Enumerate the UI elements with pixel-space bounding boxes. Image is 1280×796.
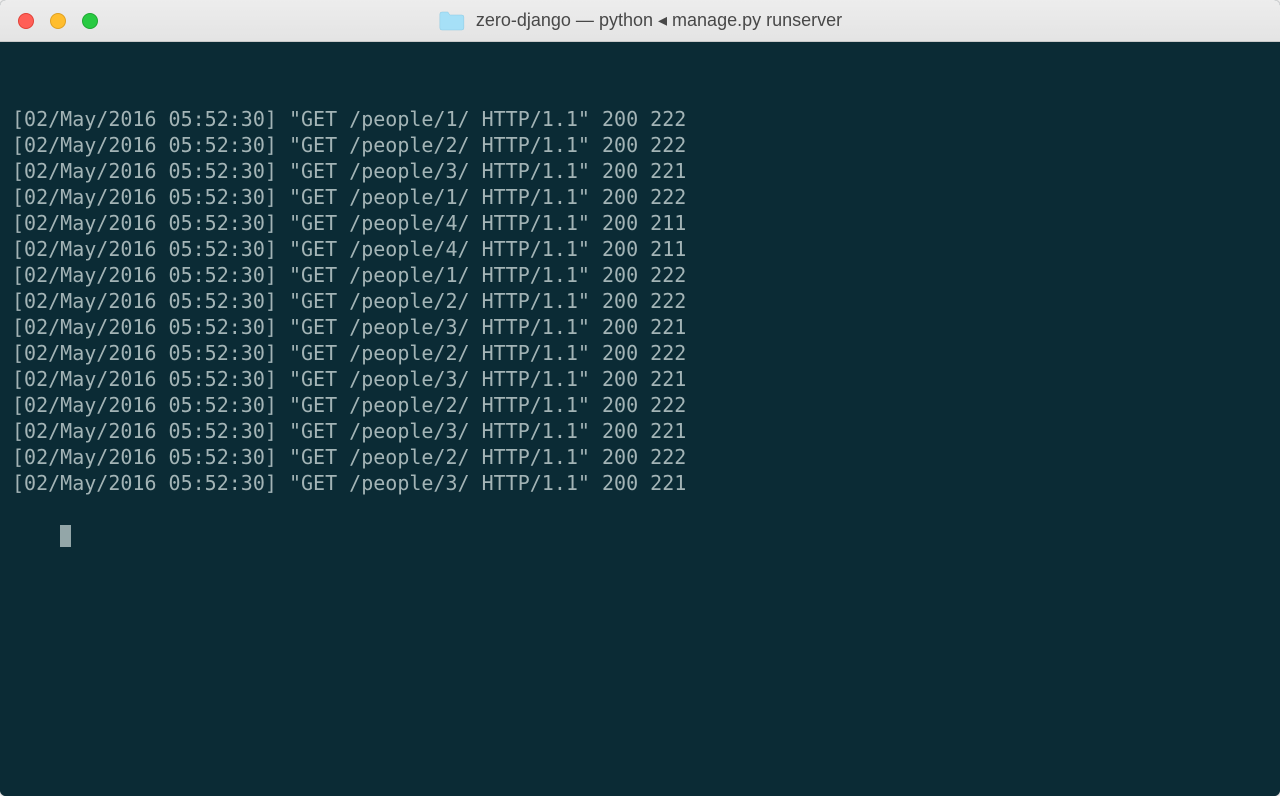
log-line: [02/May/2016 05:52:30] "GET /people/3/ H… xyxy=(12,314,1268,340)
log-line: [02/May/2016 05:52:30] "GET /people/3/ H… xyxy=(12,366,1268,392)
minimize-icon[interactable] xyxy=(50,13,66,29)
log-line: [02/May/2016 05:52:30] "GET /people/4/ H… xyxy=(12,210,1268,236)
terminal-output[interactable]: [02/May/2016 05:52:30] "GET /people/1/ H… xyxy=(0,42,1280,796)
cursor-icon xyxy=(60,525,71,547)
log-lines: [02/May/2016 05:52:30] "GET /people/1/ H… xyxy=(12,106,1268,496)
title-text: zero-django — python ◂ manage.py runserv… xyxy=(476,10,842,31)
log-line: [02/May/2016 05:52:30] "GET /people/1/ H… xyxy=(12,262,1268,288)
log-line: [02/May/2016 05:52:30] "GET /people/4/ H… xyxy=(12,236,1268,262)
log-line: [02/May/2016 05:52:30] "GET /people/2/ H… xyxy=(12,444,1268,470)
log-line: [02/May/2016 05:52:30] "GET /people/3/ H… xyxy=(12,158,1268,184)
traffic-lights xyxy=(0,13,98,29)
log-line: [02/May/2016 05:52:30] "GET /people/3/ H… xyxy=(12,470,1268,496)
window-title: zero-django — python ◂ manage.py runserv… xyxy=(438,10,842,32)
log-line: [02/May/2016 05:52:30] "GET /people/2/ H… xyxy=(12,132,1268,158)
log-line: [02/May/2016 05:52:30] "GET /people/2/ H… xyxy=(12,288,1268,314)
maximize-icon[interactable] xyxy=(82,13,98,29)
log-line: [02/May/2016 05:52:30] "GET /people/2/ H… xyxy=(12,392,1268,418)
titlebar[interactable]: zero-django — python ◂ manage.py runserv… xyxy=(0,0,1280,42)
log-line: [02/May/2016 05:52:30] "GET /people/2/ H… xyxy=(12,340,1268,366)
terminal-window: zero-django — python ◂ manage.py runserv… xyxy=(0,0,1280,796)
log-line: [02/May/2016 05:52:30] "GET /people/1/ H… xyxy=(12,184,1268,210)
close-icon[interactable] xyxy=(18,13,34,29)
folder-icon xyxy=(438,10,466,32)
log-line: [02/May/2016 05:52:30] "GET /people/1/ H… xyxy=(12,106,1268,132)
log-line: [02/May/2016 05:52:30] "GET /people/3/ H… xyxy=(12,418,1268,444)
